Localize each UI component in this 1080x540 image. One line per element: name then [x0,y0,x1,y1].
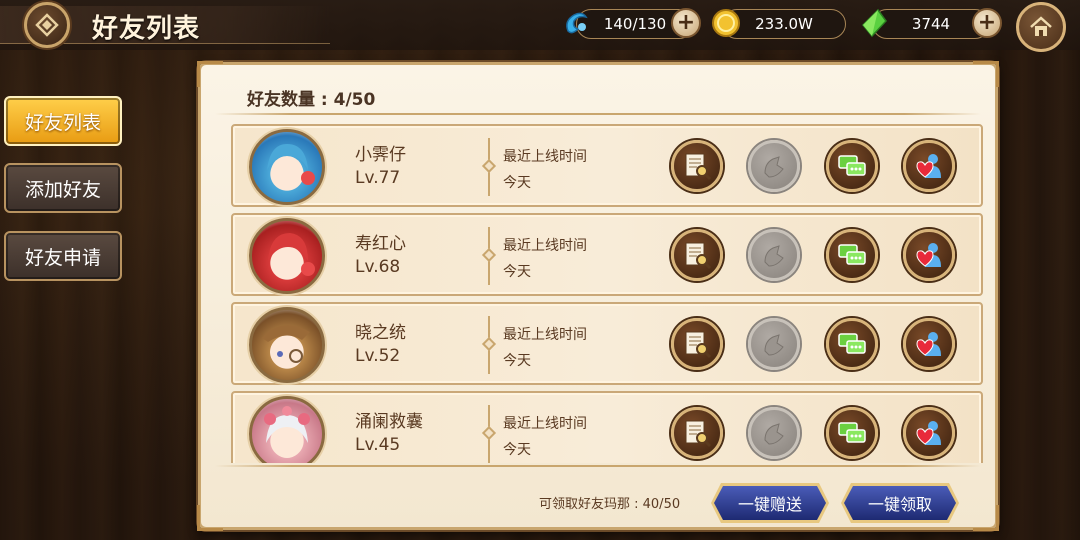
friend-name: 寿红心 [355,234,406,254]
footer-divider [215,465,981,467]
document-magnifier-icon [685,153,712,181]
top-bar: 好友列表 140/130 + 233.0W 3744 + [0,0,1080,52]
view-profile-button[interactable] [671,318,723,370]
send-mana-button[interactable] [748,140,800,192]
corner-ornament [197,61,223,87]
corner-ornament [973,61,999,87]
chat-button[interactable] [826,407,878,459]
page-title: 好友列表 [92,14,201,44]
friend-row: 寿红心 Lv.68 最近上线时间 今天 [231,213,983,296]
avatar-portrait-icon [267,144,315,188]
friend-row: 涌阑救囊 Lv.45 最近上线时间 今天 [231,391,983,463]
last-online-value: 今天 [503,353,531,369]
hand-gift-icon [764,423,784,445]
document-magnifier-icon [685,420,712,448]
chat-bubbles-icon [838,244,866,265]
gold-coin-icon [712,9,740,37]
friend-level: Lv.45 [355,435,401,455]
green-crystal-icon [861,8,887,38]
view-profile-button[interactable] [671,229,723,281]
friend-avatar[interactable] [249,307,325,383]
mana-claim-count: 可领取好友玛那 : 40/50 [539,497,681,512]
broken-heart-friends-icon [916,243,941,267]
document-magnifier-icon [685,331,712,359]
last-online-label: 最近上线时间 [503,149,587,165]
view-profile-button[interactable] [671,140,723,192]
add-stamina-button[interactable]: + [671,8,701,38]
friend-level: Lv.52 [355,346,401,366]
tab-add-friend[interactable]: 添加好友 [4,163,122,213]
corner-ornament [973,505,999,531]
broken-heart-friends-icon [916,154,941,178]
hand-gift-icon [764,245,784,267]
friend-avatar[interactable] [249,129,325,205]
back-button[interactable] [24,2,70,48]
claim-all-button[interactable]: 一键领取 [841,483,959,523]
remove-friend-button[interactable] [903,318,955,370]
send-mana-button[interactable] [748,407,800,459]
crystal-value: 3744 [911,15,951,33]
remove-friend-button[interactable] [903,407,955,459]
avatar-portrait-icon [264,406,310,458]
broken-heart-friends-icon [916,421,941,445]
send-all-label: 一键赠送 [714,486,826,520]
home-icon [1030,16,1052,36]
friend-list-panel: 好友数量 : 4/50 小霁仔 Lv.77 最近上线时间 今天 寿红心 Lv.6… [197,61,999,531]
add-crystal-button[interactable]: + [972,8,1002,38]
chat-bubbles-icon [838,333,866,354]
tab-friend-list[interactable]: 好友列表 [4,96,122,146]
hand-gift-icon [764,156,784,178]
friend-avatar[interactable] [249,218,325,294]
divider-gem [481,425,497,441]
document-magnifier-icon [685,242,712,270]
gold-value: 233.0W [755,15,813,33]
broken-heart-friends-icon [916,332,941,356]
hand-gift-icon [764,334,784,356]
last-online-value: 今天 [503,442,531,458]
friend-row: 晓之统 Lv.52 最近上线时间 今天 [231,302,983,385]
view-profile-button[interactable] [671,407,723,459]
chat-bubbles-icon [838,422,866,443]
chat-bubbles-icon [838,155,866,176]
divider-gem [481,158,497,174]
friend-name: 晓之统 [355,323,406,343]
corner-ornament [197,505,223,531]
last-online-label: 最近上线时间 [503,327,587,343]
friend-level: Lv.68 [355,257,401,277]
claim-all-label: 一键领取 [844,486,956,520]
last-online-label: 最近上线时间 [503,416,587,432]
friend-row: 小霁仔 Lv.77 最近上线时间 今天 [231,124,983,207]
stamina-value: 140/130 [603,15,667,33]
friend-avatar[interactable] [249,396,325,463]
avatar-portrait-icon [262,325,310,367]
friend-name: 涌阑救囊 [355,412,423,432]
last-online-label: 最近上线时间 [503,238,587,254]
friend-count: 好友数量 : 4/50 [247,90,376,110]
divider-gem [481,247,497,263]
remove-friend-button[interactable] [903,140,955,192]
send-all-button[interactable]: 一键赠送 [711,483,829,523]
send-mana-button[interactable] [748,229,800,281]
remove-friend-button[interactable] [903,229,955,281]
friend-level: Lv.77 [355,168,401,188]
tab-friend-requests[interactable]: 好友申请 [4,231,122,281]
send-mana-button[interactable] [748,318,800,370]
home-button[interactable] [1016,2,1066,52]
friend-name: 小霁仔 [355,145,406,165]
chat-button[interactable] [826,140,878,192]
plus-icon: + [676,10,696,35]
last-online-value: 今天 [503,175,531,191]
avatar-portrait-icon [268,233,315,278]
last-online-value: 今天 [503,264,531,280]
chat-button[interactable] [826,318,878,370]
stamina-icon [566,12,588,34]
friend-list[interactable]: 小霁仔 Lv.77 最近上线时间 今天 寿红心 Lv.68 最近上线时间 今天 … [231,124,983,463]
header-divider [215,113,981,115]
divider-gem [481,336,497,352]
chat-button[interactable] [826,229,878,281]
back-emblem-icon [35,13,59,37]
plus-icon: + [977,10,997,35]
